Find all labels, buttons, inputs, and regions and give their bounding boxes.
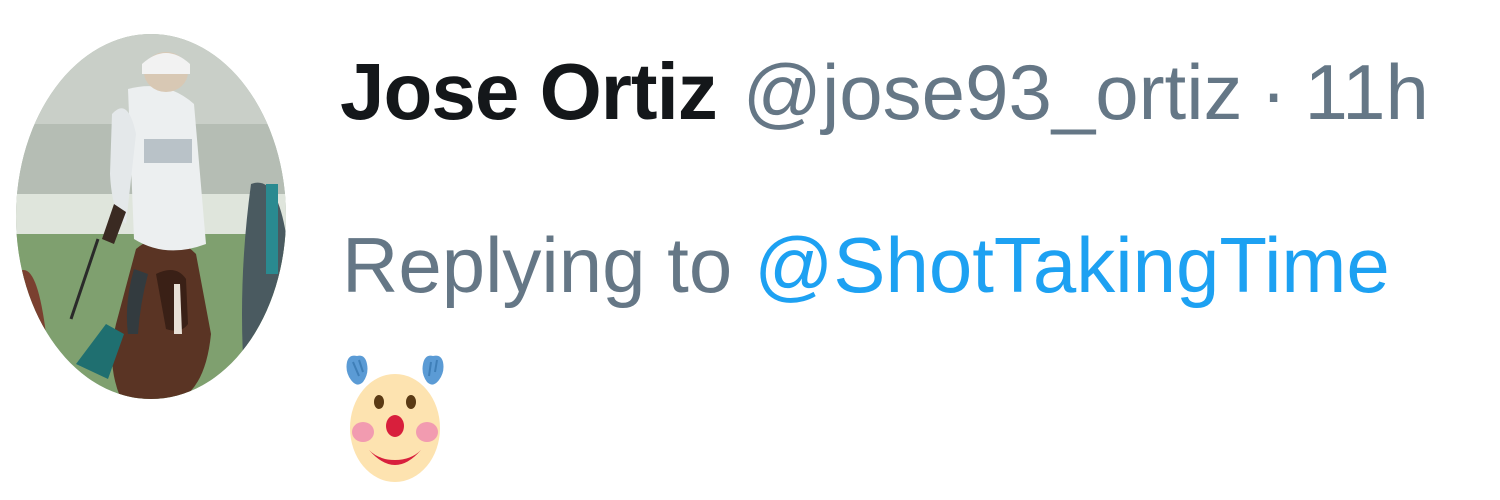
display-name[interactable]: Jose Ortiz bbox=[340, 52, 718, 132]
tweet[interactable]: Jose Ortiz @jose93_ortiz · 11h Replying … bbox=[0, 0, 1500, 500]
reply-prefix: Replying to bbox=[342, 221, 733, 309]
avatar[interactable] bbox=[16, 34, 286, 399]
tweet-header: Jose Ortiz @jose93_ortiz · 11h bbox=[340, 52, 1429, 132]
reply-context: Replying to @ShotTakingTime bbox=[342, 226, 1390, 304]
reply-mention-link[interactable]: @ShotTakingTime bbox=[754, 221, 1390, 309]
jockey-avatar-icon bbox=[16, 34, 286, 399]
clown-face-icon bbox=[345, 350, 445, 485]
timestamp[interactable]: 11h bbox=[1305, 53, 1429, 131]
separator-dot: · bbox=[1260, 48, 1287, 136]
user-handle[interactable]: @jose93_ortiz bbox=[743, 53, 1243, 131]
